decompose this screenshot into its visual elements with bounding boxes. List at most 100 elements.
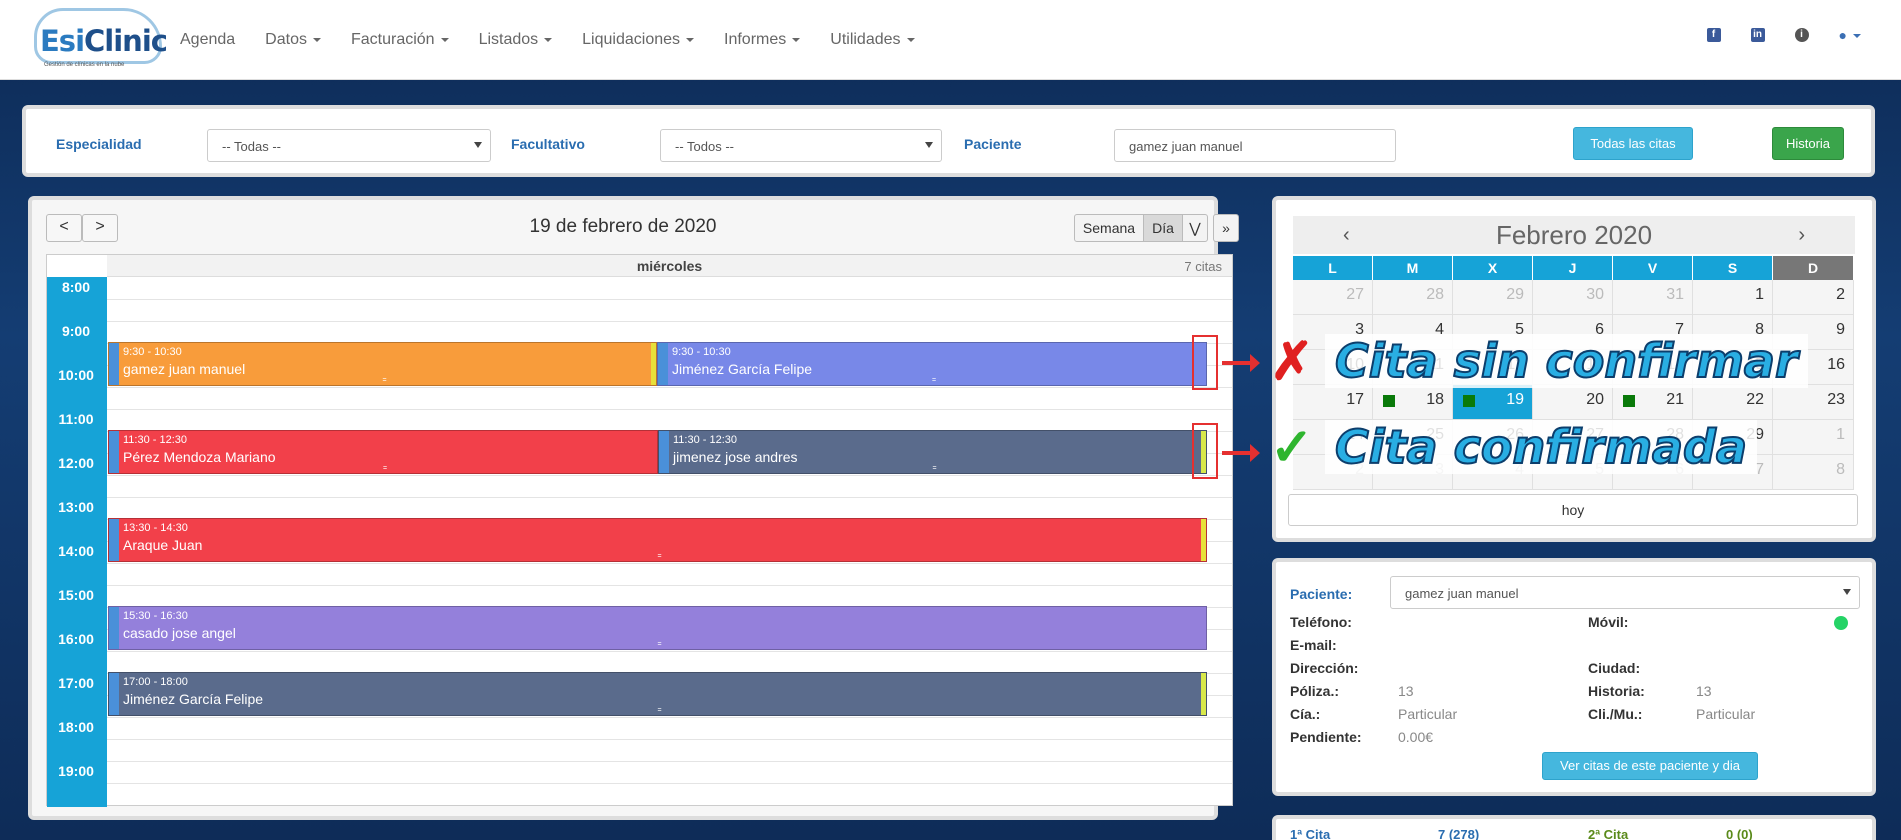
- next-month-button[interactable]: ›: [1798, 224, 1805, 247]
- pendiente-value: 0.00€: [1398, 729, 1434, 745]
- resize-handle[interactable]: =: [383, 465, 387, 472]
- arrow-right-icon: [1222, 354, 1260, 372]
- weekday-header: D: [1773, 256, 1854, 280]
- hour-label: 13:00: [58, 499, 94, 515]
- facebook-icon[interactable]: f: [1706, 28, 1721, 42]
- calendar-day-cell[interactable]: 23: [1773, 385, 1854, 420]
- menu-utilidades-label: Utilidades: [830, 31, 901, 48]
- grid-line: [107, 497, 1232, 498]
- expand-button[interactable]: »: [1213, 214, 1239, 242]
- calendar-day-cell[interactable]: 22: [1693, 385, 1773, 420]
- resize-handle[interactable]: =: [658, 641, 662, 648]
- user-icon[interactable]: ●: [1839, 28, 1861, 42]
- calendar-day-cell[interactable]: 30: [1533, 280, 1613, 315]
- menu-agenda[interactable]: Agenda: [180, 31, 235, 49]
- calendar-day-cell[interactable]: 21: [1613, 385, 1693, 420]
- today-button[interactable]: hoy: [1288, 494, 1858, 526]
- menu-datos[interactable]: Datos: [265, 31, 321, 49]
- logo-text: EsiClinic: [40, 24, 168, 58]
- prev-month-button[interactable]: ‹: [1343, 224, 1350, 247]
- event-patient: Jiménez García Felipe: [123, 691, 264, 707]
- day-number: 19: [1506, 391, 1524, 408]
- calendar-day-cell[interactable]: 18: [1373, 385, 1453, 420]
- appointment-event[interactable]: 17:00 - 18:00 Jiménez García Felipe =: [108, 672, 1207, 716]
- patient-label: Paciente:: [1290, 586, 1353, 602]
- paciente-label: Paciente: [964, 136, 1022, 152]
- resize-handle[interactable]: =: [658, 553, 662, 560]
- view-dia-button[interactable]: Día: [1143, 214, 1183, 242]
- resize-handle[interactable]: =: [932, 377, 936, 384]
- info-icon[interactable]: i: [1794, 28, 1809, 42]
- patient-select[interactable]: gamez juan manuel: [1390, 576, 1860, 609]
- day-number: 23: [1827, 391, 1845, 408]
- climu-label: Cli./Mu.:: [1588, 706, 1643, 722]
- grid-line: [107, 387, 1232, 388]
- confirmation-flag: [651, 343, 656, 385]
- resize-handle[interactable]: =: [658, 707, 662, 714]
- ver-citas-button[interactable]: Ver citas de este paciente y dia: [1542, 752, 1758, 780]
- calendar-day-cell[interactable]: 31: [1613, 280, 1693, 315]
- calendar-day-cell[interactable]: 19: [1453, 385, 1533, 420]
- grid-line: [107, 783, 1232, 784]
- calendar-day-cell[interactable]: 1: [1773, 420, 1854, 455]
- appointment-event[interactable]: 11:30 - 12:30 Pérez Mendoza Mariano =: [108, 430, 658, 474]
- cia-label: Cía.:: [1290, 706, 1321, 722]
- calendar-day-cell[interactable]: 8: [1773, 455, 1854, 490]
- arrow-right-icon: [1222, 444, 1260, 462]
- hour-label: 9:00: [61, 323, 91, 339]
- hour-label: 19:00: [58, 763, 94, 779]
- cross-mark-icon: ✗: [1270, 333, 1314, 391]
- menu-listados[interactable]: Listados: [479, 31, 553, 49]
- whatsapp-icon[interactable]: [1834, 616, 1848, 630]
- menu-liquidaciones[interactable]: Liquidaciones: [582, 31, 695, 49]
- view-semana-button[interactable]: Semana: [1074, 214, 1144, 242]
- event-patient: gamez juan manuel: [123, 361, 246, 377]
- dropdown-arrow-icon: [925, 142, 933, 148]
- historia-button[interactable]: Historia: [1772, 127, 1844, 160]
- todas-las-citas-button[interactable]: Todas las citas: [1573, 127, 1693, 160]
- day-number: 29: [1506, 286, 1524, 303]
- confirmation-flag: [1201, 607, 1206, 649]
- event-stripe: [109, 343, 119, 385]
- mini-calendar-header: Febrero 2020 ‹ ›: [1293, 216, 1855, 254]
- linkedin-icon[interactable]: in: [1750, 28, 1765, 42]
- calendar-day-cell[interactable]: 2: [1773, 280, 1854, 315]
- day-number: 9: [1836, 321, 1845, 338]
- paciente-input[interactable]: gamez juan manuel: [1114, 129, 1396, 162]
- grid-line: [107, 409, 1232, 410]
- segunda-cita-value: 0 (0): [1726, 827, 1753, 840]
- grid-line: [107, 321, 1232, 322]
- appointment-event[interactable]: 13:30 - 14:30 Araque Juan =: [108, 518, 1207, 562]
- event-time: 11:30 - 12:30: [673, 434, 738, 446]
- nav-right-icons: f in i ●: [1677, 28, 1861, 42]
- appointment-event[interactable]: 9:30 - 10:30 Jiménez García Felipe =: [657, 342, 1207, 386]
- menu-liquidaciones-label: Liquidaciones: [582, 31, 681, 48]
- check-mark-icon: ✓: [1270, 419, 1314, 477]
- collapse-button[interactable]: ⋁: [1182, 214, 1208, 242]
- calendar-day-cell[interactable]: 29: [1453, 280, 1533, 315]
- calendar-day-cell[interactable]: 20: [1533, 385, 1613, 420]
- calendar-day-cell[interactable]: 1: [1693, 280, 1773, 315]
- appointment-event[interactable]: 15:30 - 16:30 casado jose angel =: [108, 606, 1207, 650]
- especialidad-select[interactable]: -- Todas --: [207, 129, 491, 162]
- resize-handle[interactable]: =: [933, 465, 937, 472]
- appointment-event[interactable]: 11:30 - 12:30 jimenez jose andres =: [658, 430, 1207, 474]
- appointment-event[interactable]: 9:30 - 10:30 gamez juan manuel =: [108, 342, 657, 386]
- historia-label: Historia:: [1588, 683, 1645, 699]
- dropdown-arrow-icon: [1843, 589, 1851, 595]
- filter-panel: Especialidad -- Todas -- Facultativo -- …: [22, 105, 1875, 177]
- hour-label: 14:00: [58, 543, 94, 559]
- calendar-day-cell[interactable]: 28: [1373, 280, 1453, 315]
- resize-handle[interactable]: =: [383, 377, 387, 384]
- menu-informes[interactable]: Informes: [724, 31, 801, 49]
- telefono-label: Teléfono:: [1290, 614, 1352, 630]
- confirmation-flag: [652, 431, 657, 473]
- day-name: miércoles: [636, 258, 703, 274]
- day-number: 1: [1755, 286, 1764, 303]
- calendar-day-cell[interactable]: 27: [1293, 280, 1373, 315]
- facultativo-select[interactable]: -- Todos --: [660, 129, 942, 162]
- esiclinic-logo[interactable]: EsiClinic Gestión de clínicas en la nube: [34, 8, 168, 70]
- menu-utilidades[interactable]: Utilidades: [830, 31, 915, 49]
- menu-facturacion[interactable]: Facturación: [351, 31, 449, 49]
- weekday-header: V: [1613, 256, 1693, 280]
